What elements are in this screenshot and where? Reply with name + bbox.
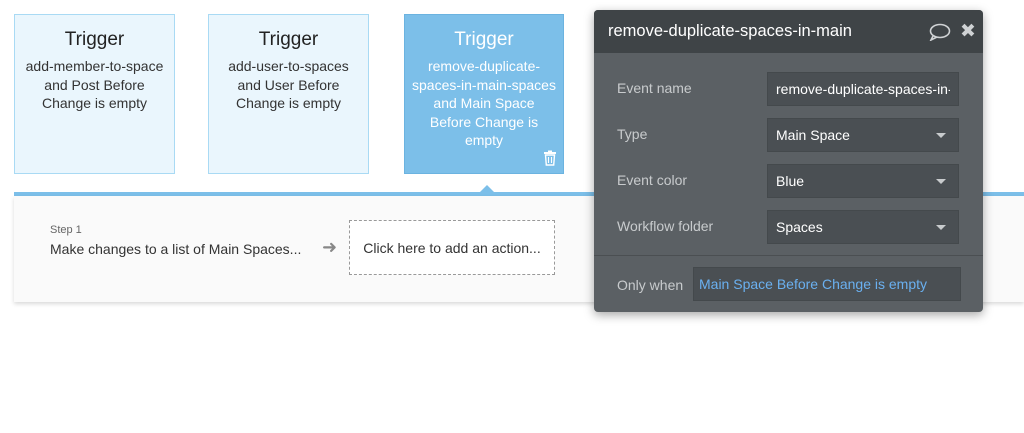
event-name-input[interactable] xyxy=(776,81,950,97)
type-value: Main Space xyxy=(776,127,850,143)
trigger-title: Trigger xyxy=(454,29,514,50)
event-color-dropdown[interactable]: Blue xyxy=(767,164,959,198)
panel-divider xyxy=(594,255,983,256)
comment-icon[interactable] xyxy=(929,23,951,41)
trigger-card-add-user[interactable]: Trigger add-user-to-spaces and User Befo… xyxy=(208,14,369,174)
workflow-folder-value: Spaces xyxy=(776,219,823,235)
add-action-button[interactable]: Click here to add an action... xyxy=(349,220,555,275)
event-color-label: Event color xyxy=(617,172,688,188)
type-label: Type xyxy=(617,126,648,142)
trigger-title: Trigger xyxy=(258,29,319,50)
workflow-folder-label: Workflow folder xyxy=(617,218,714,234)
step-number: Step 1 xyxy=(50,224,82,236)
step-action-name[interactable]: Make changes to a list of Main Spaces... xyxy=(50,241,301,257)
panel-header: remove-duplicate-spaces-in-main ✖ xyxy=(594,10,983,53)
workflow-folder-dropdown[interactable]: Spaces xyxy=(767,210,959,244)
event-color-value: Blue xyxy=(776,173,805,189)
event-name-field[interactable] xyxy=(767,72,959,106)
panel-title: remove-duplicate-spaces-in-main xyxy=(608,22,852,40)
trigger-description: add-user-to-spaces and User Before Chang… xyxy=(228,58,349,111)
event-name-label: Event name xyxy=(617,80,692,96)
event-properties-panel: remove-duplicate-spaces-in-main ✖ Event … xyxy=(594,10,983,312)
trigger-description: add-member-to-space and Post Before Chan… xyxy=(25,58,164,111)
chevron-down-icon xyxy=(936,179,946,184)
arrow-right-icon: ➜ xyxy=(322,237,338,257)
close-icon[interactable]: ✖ xyxy=(960,20,976,43)
only-when-expression[interactable]: Main Space Before Change is empty xyxy=(693,267,961,301)
only-when-label: Only when xyxy=(617,277,684,293)
trigger-title: Trigger xyxy=(64,29,125,50)
trigger-card-remove-duplicate[interactable]: Trigger remove-duplicate- spaces-in-main… xyxy=(404,14,564,174)
chevron-down-icon xyxy=(936,225,946,230)
trash-icon[interactable] xyxy=(543,150,557,166)
type-dropdown[interactable]: Main Space xyxy=(767,118,959,152)
trigger-card-add-member[interactable]: Trigger add-member-to-space and Post Bef… xyxy=(14,14,175,174)
trigger-description: remove-duplicate- spaces-in-main-spaces … xyxy=(412,58,556,148)
chevron-down-icon xyxy=(936,133,946,138)
